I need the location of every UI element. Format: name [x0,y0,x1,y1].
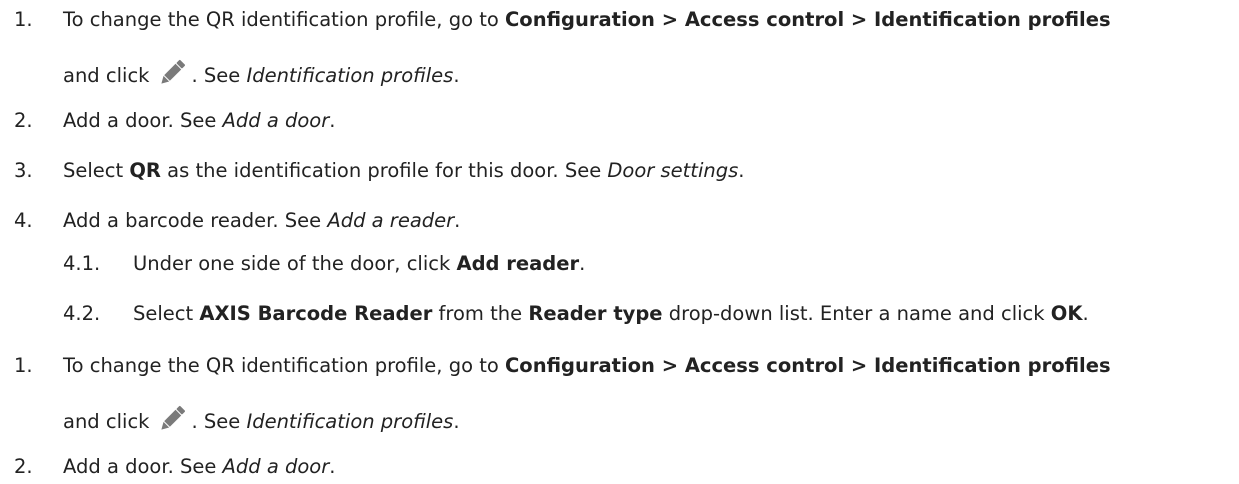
step-text: Add a barcode reader. See Add a reader. [63,209,461,232]
substep-number: 4.1. [63,252,101,275]
step-number: 2. [14,455,33,478]
step-text: To change the QR identification profile,… [63,354,1111,377]
substep-number: 4.2. [63,302,101,325]
substep-text: Under one side of the door, click Add re… [133,252,586,275]
step-number: 1. [14,8,33,31]
link-identification-profiles[interactable]: Identification profiles [246,410,453,433]
link-add-a-reader[interactable]: Add a reader [327,209,454,232]
step-text: and click. See Identification profiles. [63,58,460,88]
step-number: 3. [14,159,33,182]
step-number: 4. [14,209,33,232]
step-text: Add a door. See Add a door. [63,109,336,132]
link-add-a-door[interactable]: Add a door [223,455,330,478]
step-number: 1. [14,354,33,377]
step-text: To change the QR identification profile,… [63,8,1111,31]
substep-text: Select AXIS Barcode Reader from the Read… [133,302,1089,325]
link-add-a-door[interactable]: Add a door [223,109,330,132]
pencil-icon [159,404,186,434]
step-text: Select QR as the identification profile … [63,159,745,182]
link-identification-profiles[interactable]: Identification profiles [246,64,453,87]
step-text: and click. See Identification profiles. [63,404,460,434]
step-number: 2. [14,109,33,132]
link-door-settings[interactable]: Door settings [607,159,738,182]
menu-path: Configuration > Access control > Identif… [504,8,1111,31]
menu-path: Configuration > Access control > Identif… [504,354,1111,377]
pencil-icon [159,58,186,88]
step-text: Add a door. See Add a door. [63,455,336,478]
